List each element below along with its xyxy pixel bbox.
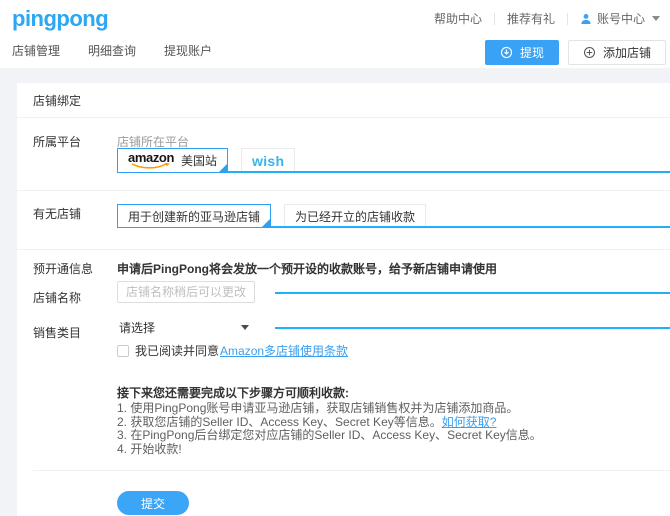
- agreement-checkbox[interactable]: [117, 344, 129, 357]
- multi-store-terms-link[interactable]: Amazon多店铺使用条款: [220, 342, 348, 359]
- shop-name-label: 店铺名称: [33, 291, 82, 305]
- plus-circle-icon: [583, 46, 596, 59]
- select-caret-down-icon: [241, 324, 249, 330]
- step-item: 2. 获取您店铺的Seller ID、Access Key、Secret Key…: [117, 414, 497, 429]
- tab-new-amazon-store[interactable]: 用于创建新的亚马逊店铺: [117, 204, 272, 228]
- utility-links: 帮助中心 推荐有礼 账号中心: [434, 10, 660, 27]
- selected-corner-icon: [219, 164, 228, 172]
- nav-withdraw-account[interactable]: 提现账户: [162, 42, 214, 59]
- selected-corner-icon: [262, 219, 271, 227]
- how-to-get-link[interactable]: 如何获取?: [442, 415, 497, 429]
- withdraw-button[interactable]: 提现: [484, 40, 559, 65]
- tab-amazon-region-label: 美国站: [181, 154, 218, 168]
- amazon-smile-icon: [131, 162, 170, 169]
- agreement-row: 我已阅读并同意 Amazon多店铺使用条款: [117, 342, 348, 359]
- top-header: pingpong 帮助中心 推荐有礼 账号中心 店铺管理 明细查询 提现账户 提…: [0, 0, 670, 68]
- shop-name-input[interactable]: [117, 281, 255, 303]
- category-label: 销售类目: [33, 326, 82, 340]
- tab-existing-store[interactable]: 为已经开立的店铺收款: [284, 204, 427, 228]
- header-actions: 提现 添加店铺: [484, 40, 666, 65]
- main-nav: 店铺管理 明细查询 提现账户: [10, 42, 214, 59]
- tab-existing-store-label: 为已经开立的店铺收款: [295, 209, 416, 224]
- nav-detail-query[interactable]: 明细查询: [86, 42, 138, 59]
- tab-new-amazon-store-label: 用于创建新的亚马逊店铺: [128, 209, 261, 224]
- category-select[interactable]: 请选择: [117, 317, 255, 337]
- shop-status-tabs: 用于创建新的亚马逊店铺 为已经开立的店铺收款: [117, 204, 427, 228]
- step-item: 4. 开始收款!: [117, 441, 182, 456]
- add-store-button-label: 添加店铺: [602, 46, 651, 60]
- caret-down-icon: [652, 16, 660, 21]
- referral-link[interactable]: 推荐有礼: [507, 10, 555, 27]
- divider: [566, 12, 568, 25]
- decorative-blue-line: [275, 327, 670, 329]
- user-icon: [581, 13, 591, 24]
- store-binding-card: 店铺绑定 所属平台 店铺所在平台 amazon 美国站 wish 有无店铺 用于…: [17, 83, 670, 516]
- account-menu[interactable]: 账号中心: [580, 10, 660, 27]
- tab-amazon-us[interactable]: amazon 美国站: [117, 148, 229, 173]
- wish-logo: wish: [252, 152, 285, 169]
- agreement-text: 我已阅读并同意: [135, 344, 220, 358]
- step-item: 1. 使用PingPong账号申请亚马逊店铺，获取店铺销售权并为店铺添加商品。: [117, 401, 519, 415]
- section-divider: [17, 190, 670, 191]
- category-select-value: 请选择: [119, 320, 156, 335]
- pingpong-logo[interactable]: pingpong: [12, 6, 109, 32]
- footer-divider: [33, 470, 670, 471]
- submit-button[interactable]: 提交: [117, 491, 189, 515]
- nav-store-management[interactable]: 店铺管理: [10, 42, 62, 59]
- section-divider: [17, 117, 670, 118]
- card-title: 店铺绑定: [33, 94, 82, 108]
- steps-title: 接下来您还需要完成以下步骤方可顺利收款:: [117, 386, 349, 400]
- steps-list: 1. 使用PingPong账号申请亚马逊店铺，获取店铺销售权并为店铺添加商品。 …: [117, 401, 542, 456]
- section-divider: [17, 249, 670, 250]
- platform-tabs: amazon 美国站 wish: [117, 148, 296, 173]
- decorative-blue-line: [275, 292, 670, 294]
- add-store-button[interactable]: 添加店铺: [567, 40, 666, 65]
- step-item: 3. 在PingPong后台绑定您对应店铺的Seller ID、Access K…: [117, 428, 542, 442]
- shop-status-label: 有无店铺: [33, 207, 82, 221]
- preopen-description: 申请后PingPong将会发放一个预开设的收款账号，给予新店铺申请使用: [117, 262, 497, 276]
- platform-label: 所属平台: [33, 135, 82, 149]
- page: pingpong 帮助中心 推荐有礼 账号中心 店铺管理 明细查询 提现账户 提…: [0, 0, 670, 516]
- withdraw-button-label: 提现: [519, 46, 544, 60]
- withdraw-circle-arrow-icon: [500, 46, 513, 59]
- amazon-logo: amazon: [128, 151, 174, 169]
- divider: [493, 12, 495, 25]
- preopen-label: 预开通信息: [33, 262, 94, 276]
- help-center-link[interactable]: 帮助中心: [434, 10, 482, 27]
- tab-wish[interactable]: wish: [241, 148, 296, 173]
- account-menu-label: 账号中心: [596, 12, 645, 26]
